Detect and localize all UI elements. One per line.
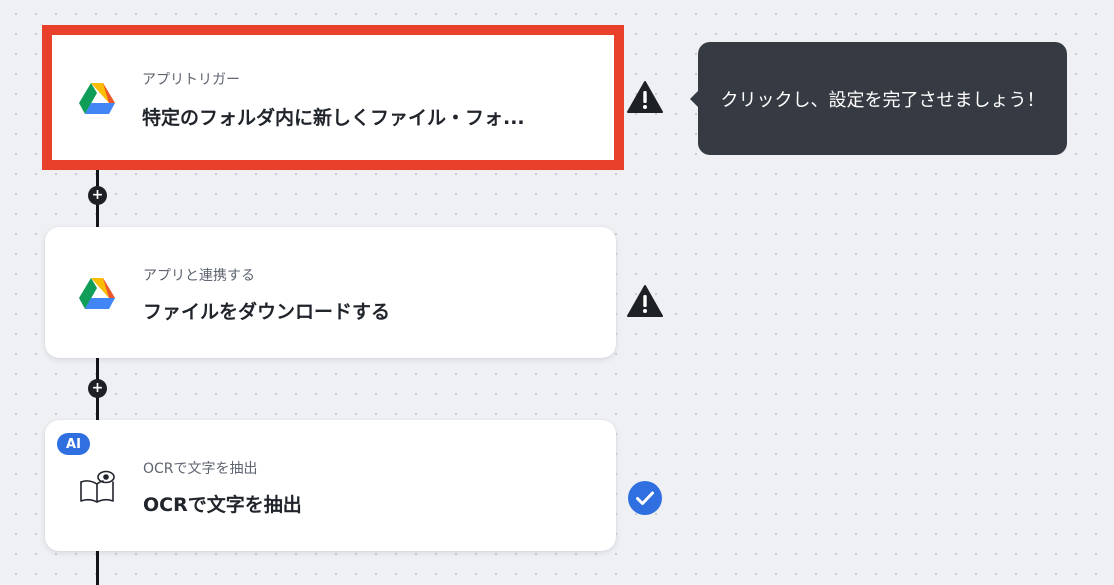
step-title: ファイルをダウンロードする <box>143 301 391 323</box>
step-title: 特定のフォルダ内に新しくファイル・フォ... <box>142 107 525 129</box>
add-step-button[interactable]: + <box>88 186 107 205</box>
book-eye-icon <box>80 470 115 503</box>
flow-step-card-ocr[interactable]: OCRで文字を抽出 OCRで文字を抽出 <box>45 420 616 551</box>
plus-icon: + <box>91 187 104 203</box>
google-drive-icon <box>79 82 115 114</box>
flow-step-card-trigger[interactable]: アプリトリガー 特定のフォルダ内に新しくファイル・フォ... <box>42 25 624 170</box>
plus-icon: + <box>91 380 104 396</box>
setup-tooltip: クリックし、設定を完了させましょう！ <box>690 42 1067 155</box>
step-type-label: アプリトリガー <box>142 72 240 88</box>
step-title: OCRで文字を抽出 <box>143 494 302 516</box>
step-type-label: OCRで文字を抽出 <box>143 461 258 477</box>
tooltip-arrow <box>690 91 698 107</box>
warning-icon[interactable] <box>627 80 663 114</box>
ai-badge: AI <box>57 433 90 455</box>
step-type-label: アプリと連携する <box>143 268 255 284</box>
check-circle-icon <box>628 481 662 515</box>
flow-step-card-action[interactable]: アプリと連携する ファイルをダウンロードする <box>45 227 616 358</box>
google-drive-icon <box>79 277 115 309</box>
add-step-button[interactable]: + <box>88 379 107 398</box>
tooltip-text: クリックし、設定を完了させましょう！ <box>720 89 1045 111</box>
warning-icon[interactable] <box>627 284 663 318</box>
